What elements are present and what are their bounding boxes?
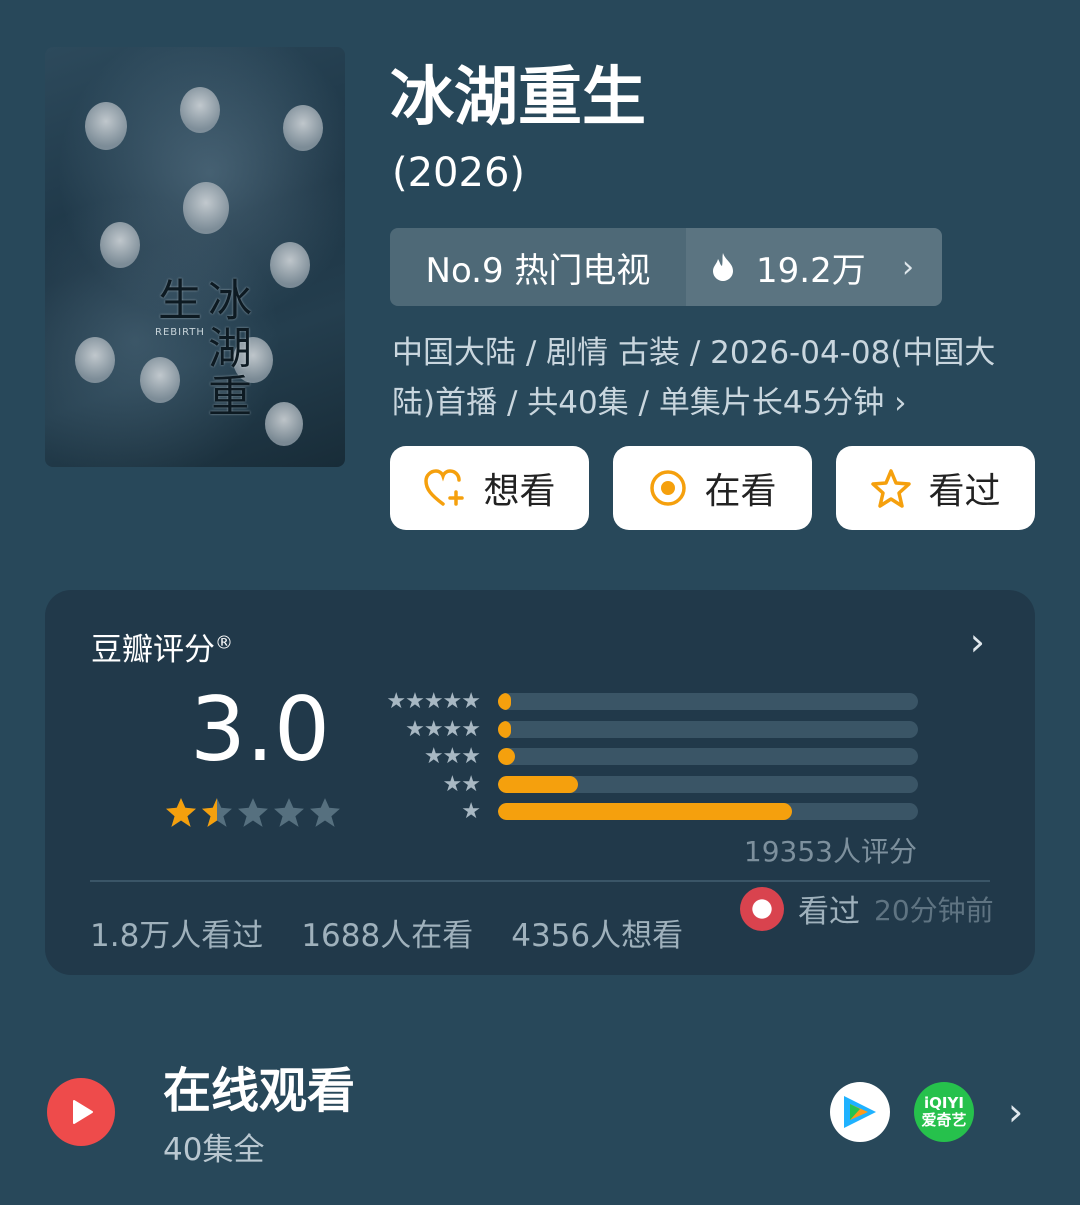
friend-action: 看过	[798, 894, 860, 930]
friend-time: 20分钟前	[874, 893, 994, 927]
rating-score: 3.0	[190, 678, 330, 781]
watching-count[interactable]: 1688人在看	[301, 910, 473, 955]
rating-bar-stars: ★★★	[423, 744, 481, 770]
star-icon	[166, 798, 196, 827]
rating-bar-stars: ★★	[442, 771, 481, 797]
star-icon	[238, 798, 268, 827]
rating-bar-fill	[498, 775, 578, 793]
want-to-watch-button[interactable]: 想看	[390, 446, 589, 530]
poster-calligraphy: 冰湖重生	[150, 277, 251, 421]
target-circle-icon	[650, 470, 687, 506]
iqiyi-icon[interactable]: iQIYI爱奇艺	[914, 1082, 974, 1142]
rating-bar-track	[498, 720, 918, 738]
star-outline-icon	[871, 469, 912, 508]
chevron-right-icon: ›	[902, 249, 914, 285]
divider	[90, 880, 990, 882]
watched-button[interactable]: 看过	[836, 446, 1035, 530]
rating-bar-track	[498, 693, 918, 711]
poster-english: REBIRTH	[155, 327, 205, 338]
chevron-right-icon[interactable]: ›	[970, 620, 985, 664]
rating-bar-row: ★	[375, 798, 918, 826]
star-icon	[310, 798, 340, 827]
avatar	[740, 886, 784, 931]
rating-bar-row: ★★★★★	[375, 688, 918, 716]
meta-info[interactable]: 中国大陆 / 剧情 古装 / 2026-04-08(中国大陆)首播 / 共40集…	[392, 328, 1037, 428]
rating-bar-stars: ★★★★	[405, 716, 481, 742]
rank-bar[interactable]: No.9 热门电视 19.2万 ›	[390, 228, 942, 306]
play-icon	[73, 1100, 93, 1124]
rating-label-text: 豆瓣评分	[91, 632, 215, 668]
rating-card[interactable]: 豆瓣评分® › 3.0 ★★★★★ ★★★★ ★★★ ★★ ★ 19353人评分 1.8…	[45, 590, 1035, 975]
rating-bar-fill	[498, 693, 511, 711]
rating-bar-track	[498, 803, 918, 821]
watching-button[interactable]: 在看	[613, 446, 812, 530]
rating-bar-track	[498, 775, 918, 793]
rating-bar-track	[498, 748, 918, 766]
rating-distribution: ★★★★★ ★★★★ ★★★ ★★ ★	[375, 688, 918, 826]
rating-bar-row: ★★★	[375, 743, 918, 771]
page-title: 冰湖重生	[390, 61, 646, 135]
chevron-right-icon[interactable]: ›	[1008, 1090, 1023, 1134]
tencent-video-logo	[844, 1096, 876, 1128]
want-to-watch-label: 想看	[483, 471, 556, 512]
heat-section[interactable]: 19.2万 ›	[686, 228, 942, 306]
watched-label: 看过	[928, 471, 1001, 512]
score-stars	[163, 796, 343, 828]
star-icon	[202, 798, 232, 827]
tencent-video-icon[interactable]	[830, 1082, 890, 1142]
rating-bar-fill	[498, 720, 511, 738]
rating-bar-fill	[498, 748, 515, 766]
flame-icon	[713, 253, 733, 281]
watching-label: 在看	[704, 471, 777, 512]
rating-bar-stars: ★	[461, 799, 481, 825]
heat-value: 19.2万	[756, 250, 866, 291]
watch-counts: 1.8万人看过 1688人在看 4356人想看	[90, 910, 683, 955]
rank-label: No.9 热门电视	[425, 250, 651, 291]
online-watch-subtitle: 40集全	[163, 1132, 265, 1168]
rating-bar-row: ★★★★	[375, 716, 918, 744]
rating-bar-row: ★★	[375, 771, 918, 799]
online-watch-title[interactable]: 在线观看	[163, 1060, 355, 1122]
registered-mark: ®	[215, 632, 233, 654]
star-icon	[274, 798, 304, 827]
rating-bar-stars: ★★★★★	[386, 689, 481, 715]
rating-bar-fill	[498, 803, 792, 821]
friend-activity[interactable]: 看过 20分钟前	[740, 886, 994, 931]
poster-image[interactable]: 冰湖重生 REBIRTH	[45, 47, 345, 467]
release-year: (2026)	[392, 150, 526, 196]
watched-count[interactable]: 1.8万人看过	[90, 910, 263, 955]
rating-label: 豆瓣评分®	[91, 624, 233, 669]
iqiyi-logo-text: iQIYI爱奇艺	[921, 1094, 967, 1129]
play-button[interactable]	[47, 1078, 115, 1146]
heart-plus-icon	[424, 469, 465, 506]
want-count[interactable]: 4356人想看	[511, 910, 683, 955]
vote-count[interactable]: 19353人评分	[744, 830, 917, 870]
